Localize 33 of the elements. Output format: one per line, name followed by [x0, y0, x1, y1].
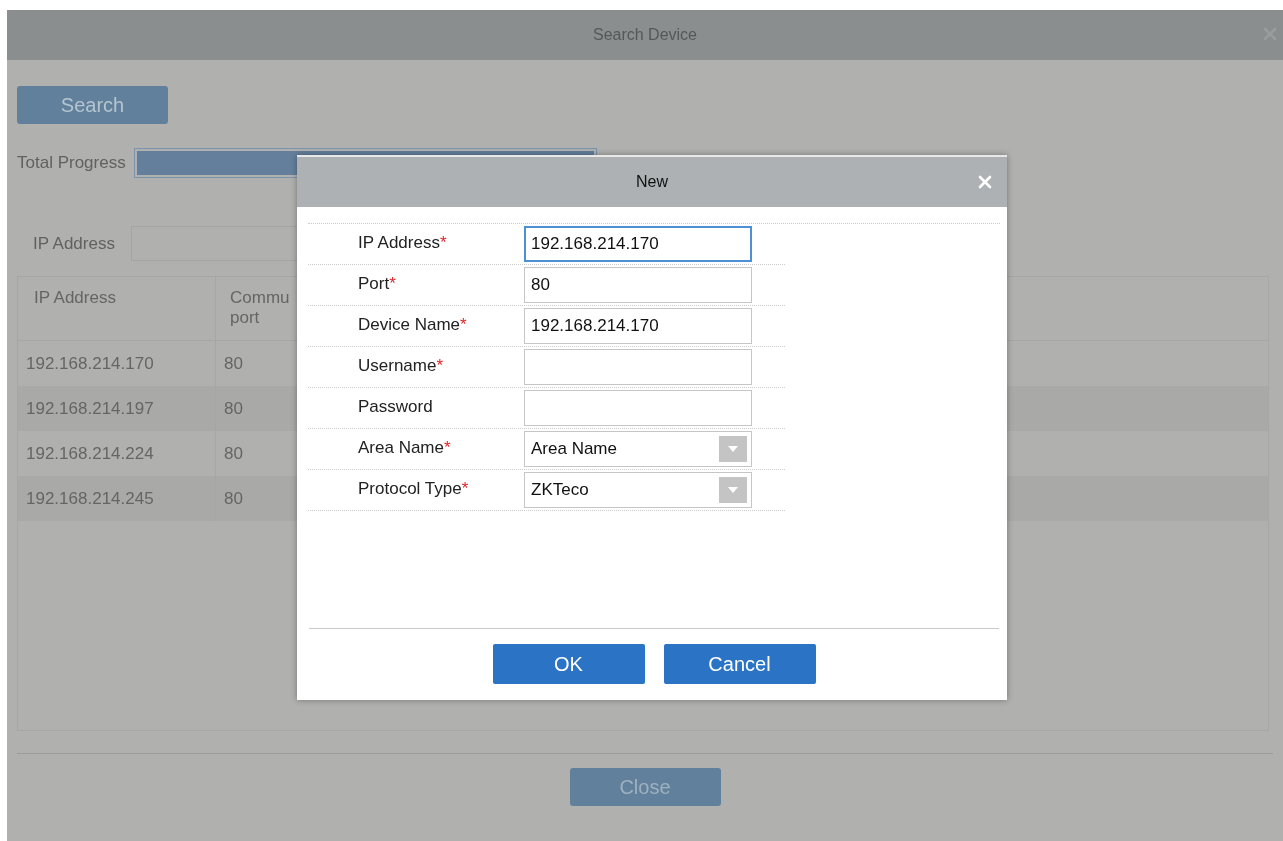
- field-label: Protocol Type: [358, 479, 462, 498]
- required-mark: *: [389, 274, 396, 293]
- column-header[interactable]: Commu port: [216, 277, 296, 340]
- filter-label: IP Address: [33, 233, 115, 254]
- table-cell-text: 80: [223, 352, 244, 375]
- field-label: Device Name: [358, 315, 461, 334]
- required-mark: *: [444, 438, 451, 457]
- input-field[interactable]: [524, 390, 752, 426]
- table-cell: 192.168.214.245: [18, 476, 216, 521]
- column-header[interactable]: IP Address: [18, 277, 216, 340]
- cancel-button[interactable]: Cancel: [663, 644, 816, 684]
- field-label: IP Address: [358, 233, 440, 252]
- table-cell-text: 80: [223, 397, 244, 420]
- field-label: Area Name: [358, 438, 444, 457]
- input-field[interactable]: 80: [524, 267, 752, 303]
- dropdown-field[interactable]: ZKTeco: [524, 472, 752, 508]
- dialog-title: New: [636, 173, 668, 191]
- required-mark: *: [460, 315, 467, 334]
- input-field[interactable]: 192.168.214.170: [524, 308, 752, 344]
- table-cell: 192.168.214.197: [18, 386, 216, 431]
- progress-label: Total Progress: [17, 153, 126, 173]
- required-mark: *: [439, 233, 447, 252]
- table-cell-text: 80: [223, 442, 244, 465]
- field-label: Port: [358, 274, 390, 293]
- input-field[interactable]: 192.168.214.170: [524, 226, 752, 262]
- required-mark: *: [436, 356, 444, 375]
- input-field[interactable]: [524, 349, 752, 385]
- dropdown-field[interactable]: Area Name: [524, 431, 752, 467]
- field-label: Username: [358, 356, 437, 375]
- required-mark: *: [461, 479, 469, 498]
- field-label: Password: [358, 397, 433, 416]
- table-cell-text: 80: [223, 487, 244, 510]
- ok-button[interactable]: OK: [492, 644, 645, 684]
